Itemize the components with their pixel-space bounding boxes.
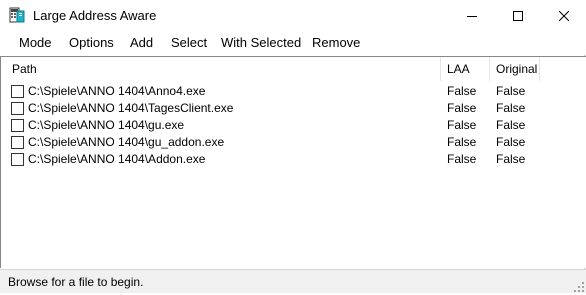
status-bar: Browse for a file to begin.	[0, 270, 586, 293]
row-path: C:\Spiele\ANNO 1404\TagesClient.exe	[28, 101, 234, 115]
file-list[interactable]: Path LAA Original C:\Spiele\ANNO 1404\An…	[0, 56, 586, 268]
row-original: False	[496, 118, 526, 132]
close-icon	[559, 10, 569, 21]
row-path: C:\Spiele\ANNO 1404\Addon.exe	[28, 152, 206, 166]
column-header-laa[interactable]: LAA	[447, 57, 470, 81]
list-header: Path LAA Original	[1, 57, 586, 81]
menu-bar: Mode Options Add Select With Selected Re…	[0, 31, 586, 55]
column-header-path[interactable]: Path	[12, 57, 37, 81]
row-laa: False	[447, 152, 477, 166]
app-icon	[9, 7, 25, 23]
row-path: C:\Spiele\ANNO 1404\Anno4.exe	[28, 84, 206, 98]
row-original: False	[496, 84, 526, 98]
menu-add[interactable]: Add	[130, 35, 153, 50]
list-row[interactable]: C:\Spiele\ANNO 1404\Anno4.exe False Fals…	[1, 83, 586, 100]
row-laa: False	[447, 135, 477, 149]
column-divider[interactable]	[440, 57, 441, 81]
menu-with-selected[interactable]: With Selected	[221, 35, 301, 50]
menu-remove[interactable]: Remove	[312, 35, 360, 50]
checkbox-icon[interactable]	[11, 85, 24, 98]
row-original: False	[496, 101, 526, 115]
list-row[interactable]: C:\Spiele\ANNO 1404\Addon.exe False Fals…	[1, 151, 586, 168]
list-row[interactable]: C:\Spiele\ANNO 1404\TagesClient.exe Fals…	[1, 100, 586, 117]
checkbox-icon[interactable]	[11, 136, 24, 149]
checkbox-icon[interactable]	[11, 153, 24, 166]
resize-grip-icon[interactable]	[574, 281, 584, 292]
checkbox-icon[interactable]	[11, 102, 24, 115]
minimize-icon	[467, 15, 477, 17]
column-divider[interactable]	[489, 57, 490, 81]
row-original: False	[496, 152, 526, 166]
minimize-button[interactable]	[449, 0, 495, 31]
menu-select[interactable]: Select	[171, 35, 207, 50]
row-path: C:\Spiele\ANNO 1404\gu_addon.exe	[28, 135, 225, 149]
row-laa: False	[447, 84, 477, 98]
column-divider[interactable]	[539, 57, 540, 81]
row-laa: False	[447, 118, 477, 132]
maximize-icon	[513, 10, 523, 21]
row-laa: False	[447, 101, 477, 115]
row-original: False	[496, 135, 526, 149]
menu-mode[interactable]: Mode	[19, 35, 52, 50]
column-header-original[interactable]: Original	[496, 57, 537, 81]
menu-options[interactable]: Options	[69, 35, 114, 50]
app-window: Large Address Aware Mode Options Add Sel…	[0, 0, 586, 293]
close-button[interactable]	[541, 0, 586, 31]
title-bar[interactable]: Large Address Aware	[0, 0, 586, 31]
status-text: Browse for a file to begin.	[8, 275, 144, 289]
window-title: Large Address Aware	[33, 8, 157, 23]
list-row[interactable]: C:\Spiele\ANNO 1404\gu.exe False False	[1, 117, 586, 134]
checkbox-icon[interactable]	[11, 119, 24, 132]
maximize-button[interactable]	[495, 0, 541, 31]
row-path: C:\Spiele\ANNO 1404\gu.exe	[28, 118, 185, 132]
list-row[interactable]: C:\Spiele\ANNO 1404\gu_addon.exe False F…	[1, 134, 586, 151]
